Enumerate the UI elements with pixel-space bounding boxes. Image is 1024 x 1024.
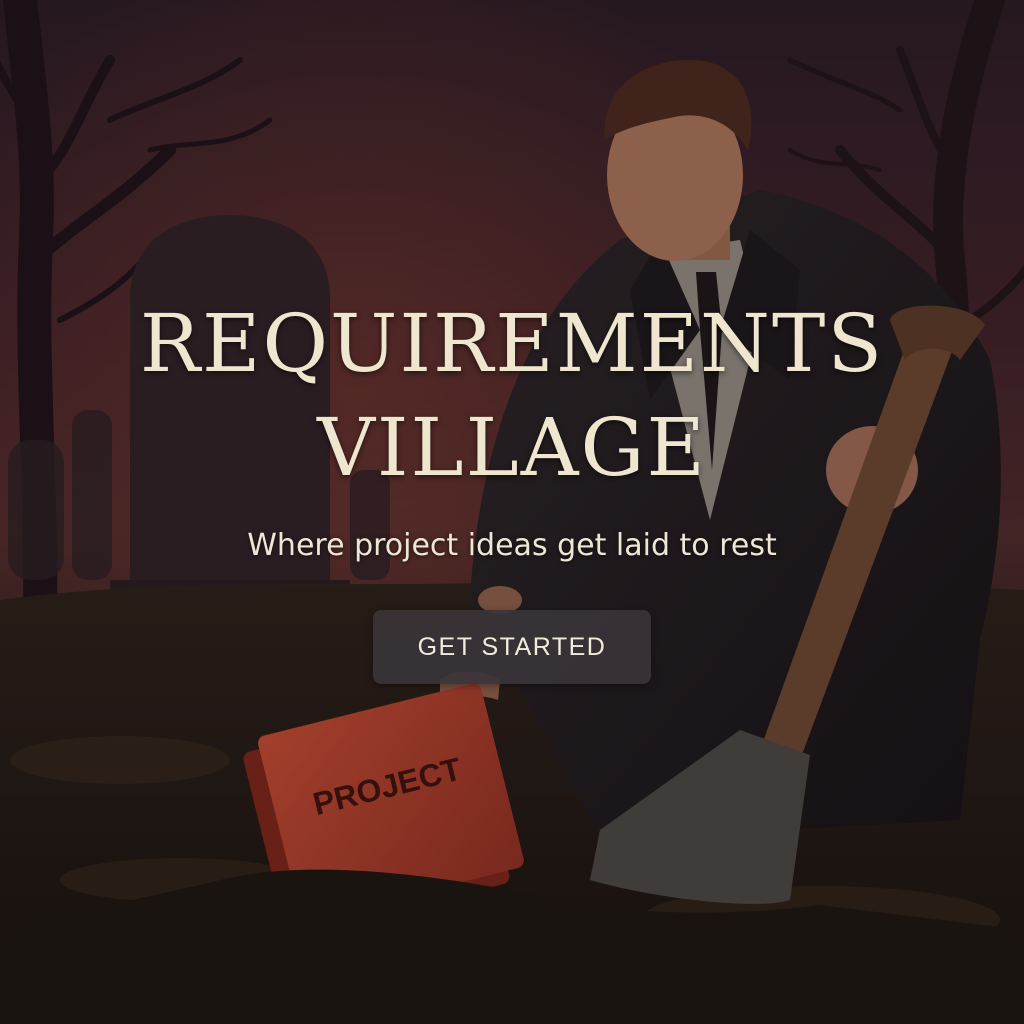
get-started-button[interactable]: GET STARTED [373, 610, 651, 684]
hero-content: REQUIREMENTS VILLAGE Where project ideas… [0, 292, 1024, 684]
page-title: REQUIREMENTS VILLAGE [82, 292, 942, 500]
title-line-1: REQUIREMENTS [139, 297, 885, 390]
hero-section: PROJECT REQUIREMENTS VILLAGE Where proje… [0, 0, 1024, 1024]
title-line-2: VILLAGE [317, 401, 707, 494]
tagline: Where project ideas get laid to rest [247, 528, 777, 563]
